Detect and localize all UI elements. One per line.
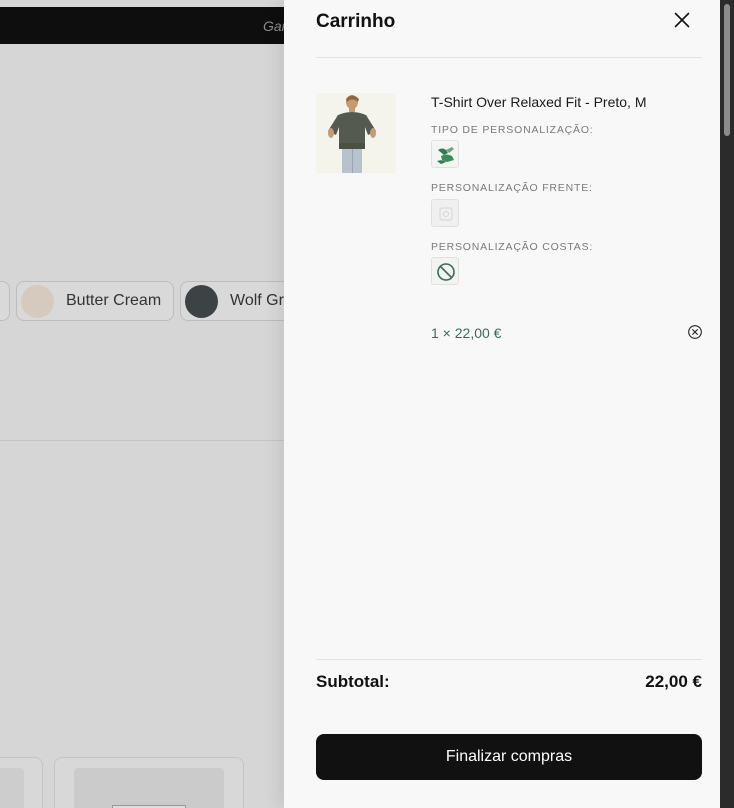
page: Gar Butter Cream Wolf Gre Carrinho T-Shi… [0,0,734,808]
subtotal-value: 22,00 € [645,672,702,691]
option-label-type: TIPO DE PERSONALIZAÇÃO: [431,124,594,136]
product-thumbnail[interactable] [316,93,396,173]
checkout-button[interactable]: Finalizar compras [316,734,702,780]
cart-drawer: Carrinho T-Shirt Over Relaxed Fit - Pret… [284,0,720,808]
announcement-bar: Gar [0,7,300,44]
swatch-color-dot [21,284,54,318]
color-swatch-butter-cream[interactable]: Butter Cream [16,281,174,321]
subtotal-label: Subtotal: [316,672,390,691]
swatch-color-dot [185,284,218,318]
front-design-icon [431,199,459,227]
cart-title: Carrinho [316,11,396,32]
option-label-back: PERSONALIZAÇÃO COSTAS: [431,241,594,253]
product-card-image [0,768,24,808]
remove-circle-icon[interactable] [687,324,703,340]
checkout-button-label: Finalizar compras [445,748,573,765]
product-card-image [74,768,224,808]
close-icon[interactable] [670,8,694,32]
announcement-text: Gar [263,18,287,34]
background-divider [0,440,300,441]
no-design-icon [431,257,459,285]
color-swatch-partial[interactable] [0,281,10,321]
cart-item-name[interactable]: T-Shirt Over Relaxed Fit - Preto, M [431,94,647,110]
scrollbar-thumb[interactable] [724,4,730,136]
embroidery-type-icon [431,140,459,168]
product-card[interactable] [0,757,43,808]
product-card[interactable] [54,757,244,808]
cart-header-divider [316,57,702,58]
cart-footer-divider [316,659,702,660]
option-label-front: PERSONALIZAÇÃO FRENTE: [431,182,593,194]
swatch-label: Butter Cream [66,292,162,309]
cart-item-quantity-price: 1 × 22,00 € [431,325,502,341]
